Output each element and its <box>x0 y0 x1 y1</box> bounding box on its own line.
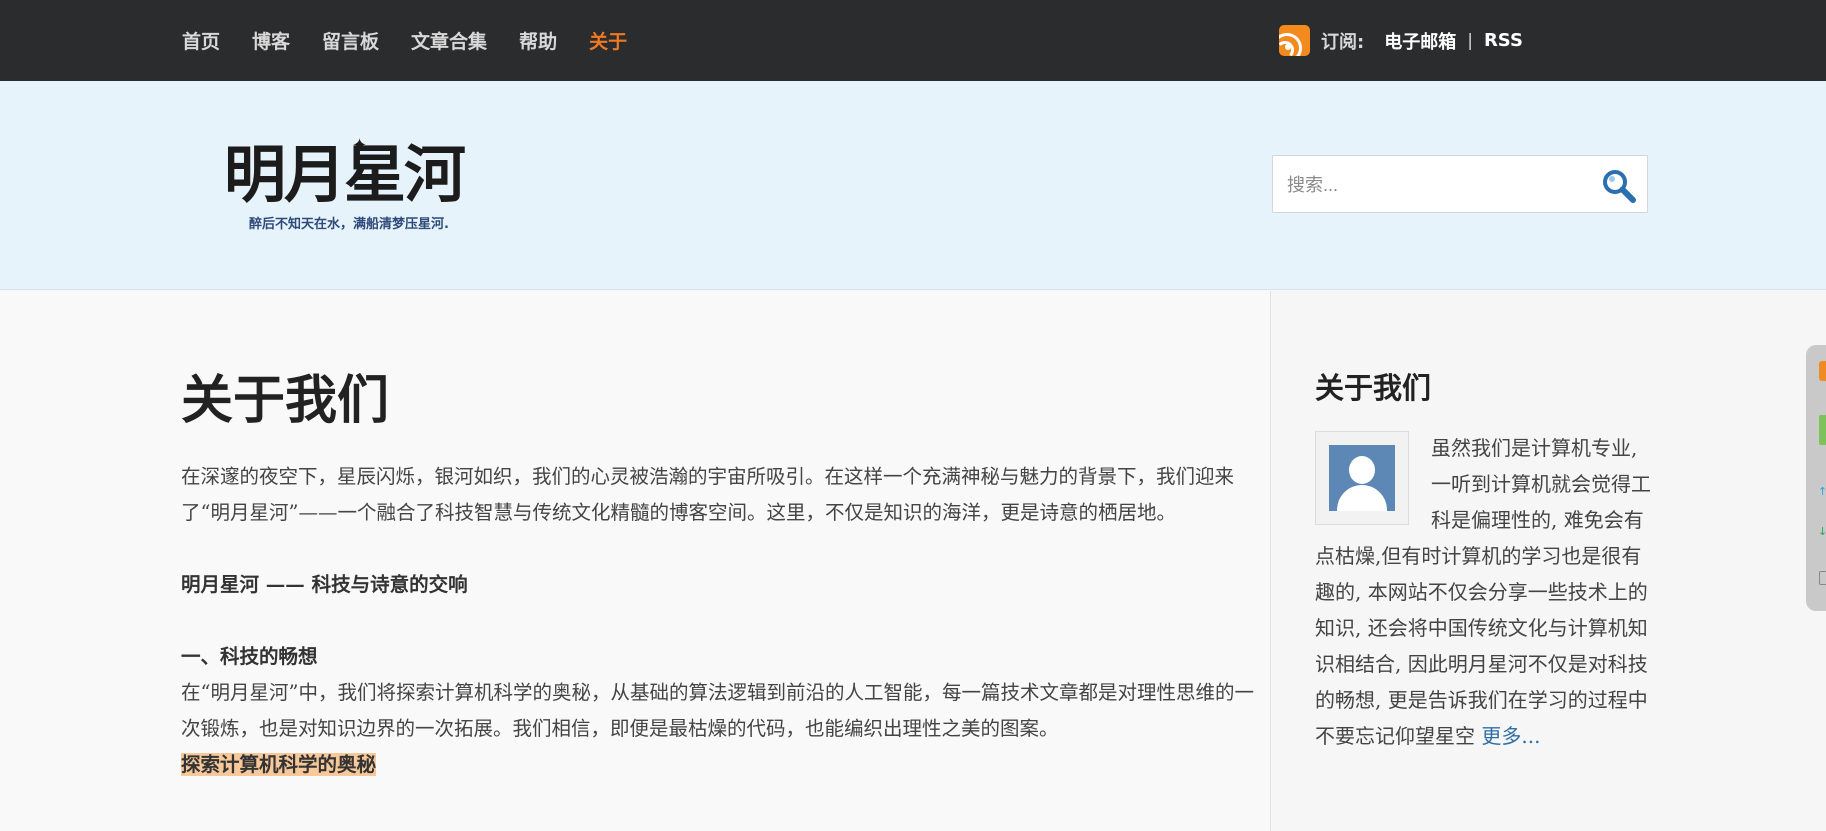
widget-green-icon[interactable] <box>1819 415 1826 445</box>
section-paragraph: 在“明月星河”中，我们将探索计算机科学的奥秘，从基础的算法逻辑到前沿的人工智能，… <box>181 681 1254 740</box>
nav-item-guestbook[interactable]: 留言板 <box>322 27 379 54</box>
widget-box-icon[interactable] <box>1819 571 1826 585</box>
subscribe-label: 订阅: <box>1321 31 1365 53</box>
article-body: 在深邃的夜空下，星辰闪烁，银河如织，我们的心灵被浩瀚的宇宙所吸引。在这样一个充满… <box>181 459 1261 783</box>
sidebar-title: 关于我们 <box>1315 373 1432 405</box>
top-navbar: 首页 博客 留言板 文章合集 帮助 关于 订阅: 电子邮箱 | RSS <box>0 0 1826 81</box>
search-icon[interactable] <box>1601 168 1637 204</box>
site-logo[interactable]: 明月星河 ✦ 醉后不知天在水，满船清梦压星河. <box>224 135 484 237</box>
download-arrow-icon: ↓ <box>1818 525 1826 538</box>
page-title: 关于我们 <box>181 372 390 430</box>
nav-item-about[interactable]: 关于 <box>589 27 627 54</box>
article-subtitle: 明月星河 —— 科技与诗意的交响 <box>181 573 468 596</box>
nav-item-collections[interactable]: 文章合集 <box>411 27 487 54</box>
sparkle-icon: ✦ <box>352 135 368 156</box>
nav-item-help[interactable]: 帮助 <box>519 27 557 54</box>
site-header: 明月星河 ✦ 醉后不知天在水，满船清梦压星河. <box>0 81 1826 290</box>
subscribe-rss-link[interactable]: RSS <box>1484 30 1523 51</box>
nav-item-blog[interactable]: 博客 <box>252 27 290 54</box>
subscribe-bar: 订阅: 电子邮箱 | RSS <box>1279 24 1523 57</box>
search-box <box>1272 155 1648 213</box>
intro-paragraph: 在深邃的夜空下，星辰闪烁，银河如织，我们的心灵被浩瀚的宇宙所吸引。在这样一个充满… <box>181 465 1235 524</box>
subscribe-email-link[interactable]: 电子邮箱 <box>1384 28 1456 54</box>
main-nav: 首页 博客 留言板 文章合集 帮助 关于 <box>182 0 659 81</box>
upload-arrow-icon: ↑ <box>1818 485 1826 498</box>
sidebar: 关于我们 虽然我们是计算机专业, 一听到计算机就会觉得工科是偏理性的, 难免会有… <box>1270 291 1826 831</box>
section-heading: 一、科技的畅想 <box>181 645 318 668</box>
main-content: 关于我们 在深邃的夜空下，星辰闪烁，银河如织，我们的心灵被浩瀚的宇宙所吸引。在这… <box>0 291 1270 831</box>
nav-item-home[interactable]: 首页 <box>182 27 220 54</box>
highlighted-heading: 探索计算机科学的奥秘 <box>181 753 377 776</box>
sidebar-about-text: 虽然我们是计算机专业, 一听到计算机就会觉得工科是偏理性的, 难免会有点枯燥,但… <box>1315 430 1655 754</box>
search-input[interactable] <box>1287 170 1577 200</box>
more-link[interactable]: 更多... <box>1481 724 1540 748</box>
rss-icon[interactable] <box>1279 25 1310 56</box>
logo-subtitle: 醉后不知天在水，满船清梦压星河. <box>249 217 449 232</box>
widget-orange-icon[interactable] <box>1819 361 1826 381</box>
floating-side-widget[interactable]: ↑ ↓ <box>1806 345 1826 611</box>
subscribe-separator: | <box>1467 30 1473 51</box>
